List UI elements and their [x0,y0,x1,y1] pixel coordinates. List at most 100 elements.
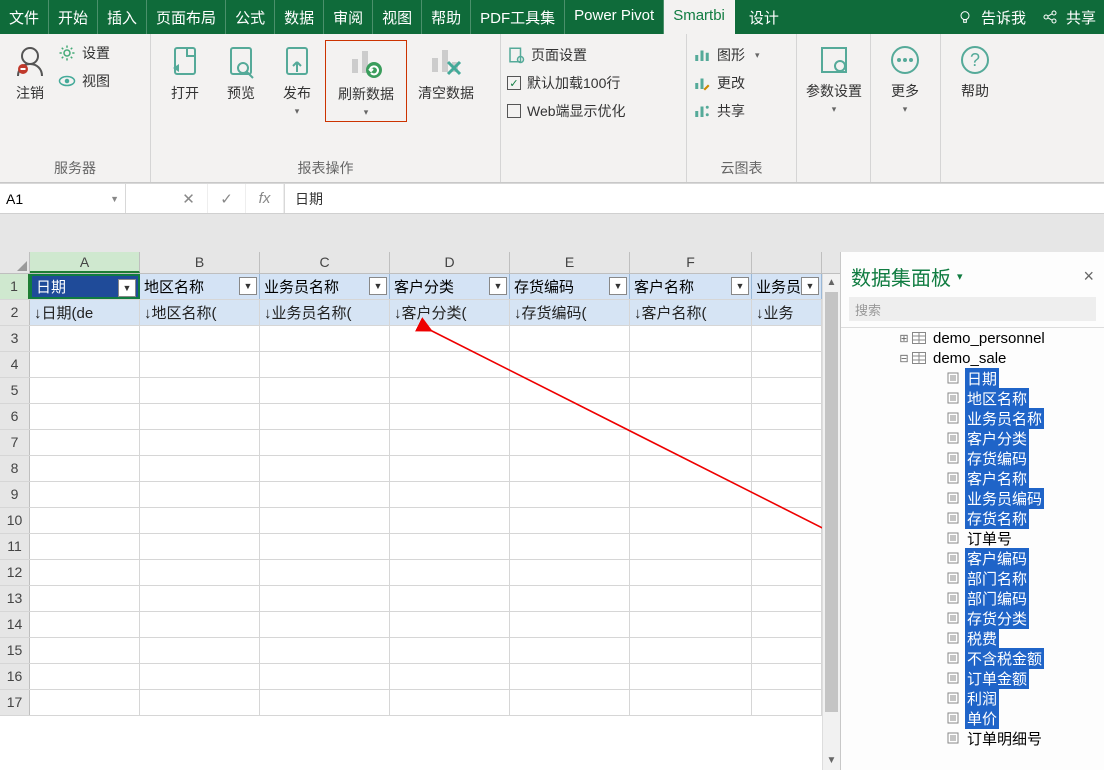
cell[interactable] [510,378,630,403]
select-all-corner[interactable] [0,252,30,273]
cell[interactable] [510,326,630,351]
cell[interactable] [260,508,390,533]
cell[interactable] [630,352,752,377]
filter-dropdown-icon[interactable]: ▼ [118,279,136,297]
tab-data[interactable]: 数据 [275,0,324,34]
row-header[interactable]: 11 [0,534,30,559]
tab-formula[interactable]: 公式 [226,0,275,34]
tree-label[interactable]: 存货编码 [965,448,1029,469]
cell[interactable] [390,430,510,455]
cell[interactable] [260,378,390,403]
cell[interactable] [630,534,752,559]
panel-title[interactable]: 数据集面板 [851,262,963,291]
cell[interactable] [752,586,822,611]
cell[interactable] [30,482,140,507]
cell[interactable] [752,508,822,533]
cell[interactable] [140,378,260,403]
cell[interactable] [752,326,822,351]
help-button[interactable]: ? 帮助 [947,42,1003,100]
cell[interactable] [30,378,140,403]
cell[interactable] [510,456,630,481]
cell[interactable] [30,508,140,533]
cancel-formula-button[interactable]: ✕ [170,184,208,213]
tree-field[interactable]: 地区名称 [845,388,1100,408]
cell[interactable] [30,352,140,377]
table-header-cell[interactable]: 业务员名称▼ [260,274,390,299]
row-header[interactable]: 15 [0,638,30,663]
cell[interactable] [140,664,260,689]
cell[interactable] [260,352,390,377]
cell[interactable] [510,352,630,377]
row-header[interactable]: 1 [0,274,30,299]
cell[interactable] [752,482,822,507]
tree-label[interactable]: 客户编码 [965,548,1029,569]
chart-button[interactable]: 图形▾ [693,44,790,66]
col-header-B[interactable]: B [140,252,260,273]
table-binding-cell[interactable]: ↓客户名称( [630,300,752,325]
tree-field[interactable]: 客户编码 [845,548,1100,568]
tab-design[interactable]: 设计 [735,0,949,34]
cell[interactable] [260,690,390,715]
filter-dropdown-icon[interactable]: ▼ [609,277,627,295]
cell[interactable] [390,534,510,559]
tree-field[interactable]: 存货分类 [845,608,1100,628]
tab-smartbi[interactable]: Smartbi [664,0,735,34]
cell[interactable] [390,482,510,507]
tree-field[interactable]: 客户名称 [845,468,1100,488]
name-box-input[interactable] [6,191,106,207]
share-chart-button[interactable]: 共享 [693,100,790,122]
tab-layout[interactable]: 页面布局 [147,0,226,34]
cell[interactable] [30,456,140,481]
tree-label[interactable]: 地区名称 [965,388,1029,409]
dataset-tree[interactable]: ⊞demo_personnel⊟demo_sale日期地区名称业务员名称客户分类… [841,327,1104,770]
tab-pdf[interactable]: PDF工具集 [471,0,565,34]
logout-button[interactable]: 注销 [6,40,54,102]
row-header[interactable]: 16 [0,664,30,689]
cell[interactable] [30,612,140,637]
tree-label[interactable]: demo_personnel [931,330,1047,347]
row-header[interactable]: 8 [0,456,30,481]
tell-me[interactable]: 告诉我 [981,7,1026,28]
cell[interactable] [630,326,752,351]
filter-dropdown-icon[interactable]: ▼ [801,277,819,295]
tree-label[interactable]: 存货分类 [965,608,1029,629]
cell[interactable] [140,456,260,481]
tab-view[interactable]: 视图 [373,0,422,34]
cell[interactable] [260,586,390,611]
close-panel-button[interactable]: × [1083,266,1094,287]
filter-dropdown-icon[interactable]: ▼ [489,277,507,295]
scroll-down-button[interactable]: ▼ [823,752,840,770]
cell[interactable] [260,482,390,507]
cell[interactable] [510,586,630,611]
tree-label[interactable]: 利润 [965,688,999,709]
table-binding-cell[interactable]: ↓业务 [752,300,822,325]
cell[interactable] [510,560,630,585]
tree-field[interactable]: 客户分类 [845,428,1100,448]
panel-search-input[interactable]: 搜索 [849,297,1096,321]
tree-label[interactable]: 不含税金额 [965,648,1044,669]
col-header-D[interactable]: D [390,252,510,273]
cell[interactable] [630,638,752,663]
cell[interactable] [390,326,510,351]
cell[interactable] [260,638,390,663]
cell[interactable] [30,690,140,715]
formula-input[interactable]: 日期 [285,184,1104,213]
cell[interactable] [390,638,510,663]
tree-label[interactable]: 税费 [965,628,999,649]
tree-label[interactable]: 业务员编码 [965,488,1044,509]
tree-label[interactable]: 业务员名称 [965,408,1044,429]
tree-dataset[interactable]: ⊞demo_personnel [845,328,1100,348]
cell[interactable] [630,482,752,507]
modify-button[interactable]: 更改 [693,72,790,94]
cell[interactable] [260,404,390,429]
tree-label[interactable]: 部门编码 [965,588,1029,609]
cell[interactable] [630,586,752,611]
row-header[interactable]: 12 [0,560,30,585]
cell[interactable] [752,664,822,689]
cell[interactable] [752,534,822,559]
cell[interactable] [630,612,752,637]
twist-icon[interactable]: ⊟ [897,352,911,365]
cell[interactable] [140,638,260,663]
cell[interactable] [630,560,752,585]
table-binding-cell[interactable]: ↓存货编码( [510,300,630,325]
